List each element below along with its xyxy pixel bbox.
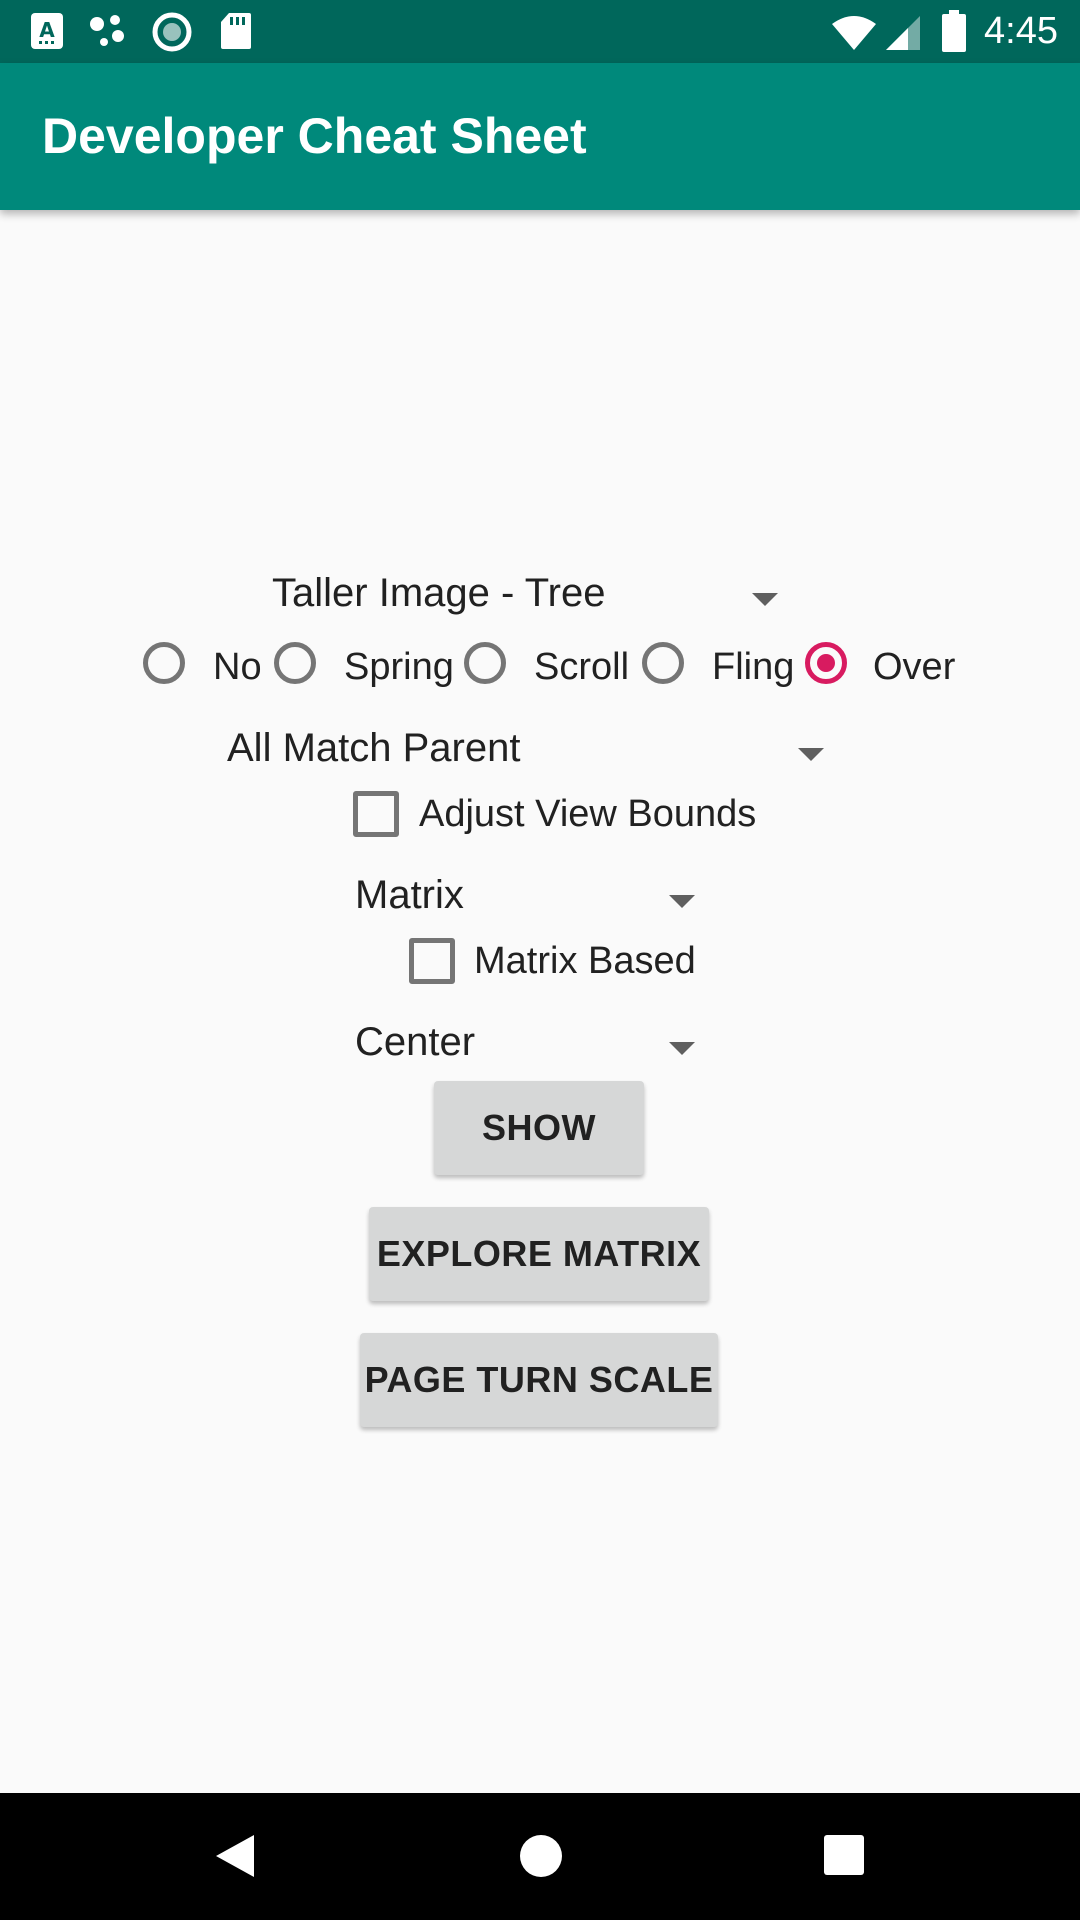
image-spinner[interactable]: Taller Image - Tree — [272, 563, 787, 627]
radio-spring[interactable]: Spring — [274, 636, 454, 698]
gravity-spinner[interactable]: Center — [355, 1012, 705, 1076]
assistant-icon — [90, 15, 124, 46]
battery-icon — [942, 10, 966, 52]
wifi-icon — [832, 16, 876, 50]
navigation-bar — [0, 1793, 1080, 1920]
accessibility-icon: A — [31, 13, 63, 49]
signal-icon — [886, 16, 920, 50]
image-spinner-value: Taller Image - Tree — [272, 571, 606, 615]
sync-circle-icon — [152, 12, 192, 52]
layout-spinner-value: All Match Parent — [227, 726, 521, 770]
scale-type-spinner[interactable]: Matrix — [355, 865, 705, 929]
show-button[interactable]: SHOW — [434, 1081, 644, 1175]
dropdown-arrow-icon — [669, 1042, 695, 1055]
checkbox-icon — [353, 791, 399, 837]
radio-button-icon — [642, 642, 684, 684]
matrix-based-checkbox[interactable]: Matrix Based — [409, 930, 699, 990]
radio-label: Fling — [712, 646, 795, 688]
explore-matrix-button[interactable]: EXPLORE MATRIX — [369, 1207, 709, 1301]
radio-button-icon — [143, 642, 185, 684]
radio-label: Spring — [344, 646, 454, 688]
radio-label: No — [213, 646, 262, 688]
radio-no[interactable]: No — [143, 636, 265, 698]
layout-spinner[interactable]: All Match Parent — [227, 718, 827, 782]
radio-over[interactable]: Over — [805, 636, 955, 698]
dropdown-arrow-icon — [798, 748, 824, 761]
radio-scroll[interactable]: Scroll — [464, 636, 632, 698]
status-bar: A 4:45 — [0, 0, 1080, 63]
home-icon[interactable] — [519, 1834, 563, 1878]
radio-button-icon — [464, 642, 506, 684]
app-title: Developer Cheat Sheet — [42, 108, 587, 164]
adjust-view-bounds-checkbox[interactable]: Adjust View Bounds — [353, 783, 757, 843]
app-bar: Developer Cheat Sheet — [0, 63, 1080, 210]
checkbox-label: Adjust View Bounds — [419, 793, 757, 835]
dropdown-arrow-icon — [669, 895, 695, 908]
svg-text:A: A — [39, 18, 55, 42]
radio-label: Scroll — [534, 646, 630, 688]
recents-icon[interactable] — [824, 1835, 864, 1875]
page-turn-scale-button[interactable]: PAGE TURN SCALE — [360, 1333, 718, 1427]
checkbox-label: Matrix Based — [474, 940, 696, 982]
back-icon[interactable] — [214, 1833, 256, 1879]
scale-type-spinner-value: Matrix — [355, 873, 464, 917]
gravity-spinner-value: Center — [355, 1020, 476, 1064]
dropdown-arrow-icon — [752, 593, 778, 606]
radio-button-icon — [274, 642, 316, 684]
checkbox-icon — [409, 938, 455, 984]
status-time: 4:45 — [984, 10, 1058, 52]
sd-card-icon — [221, 13, 251, 49]
radio-label: Over — [873, 646, 956, 688]
radio-button-checked-icon — [805, 642, 847, 684]
radio-fling[interactable]: Fling — [642, 636, 795, 698]
